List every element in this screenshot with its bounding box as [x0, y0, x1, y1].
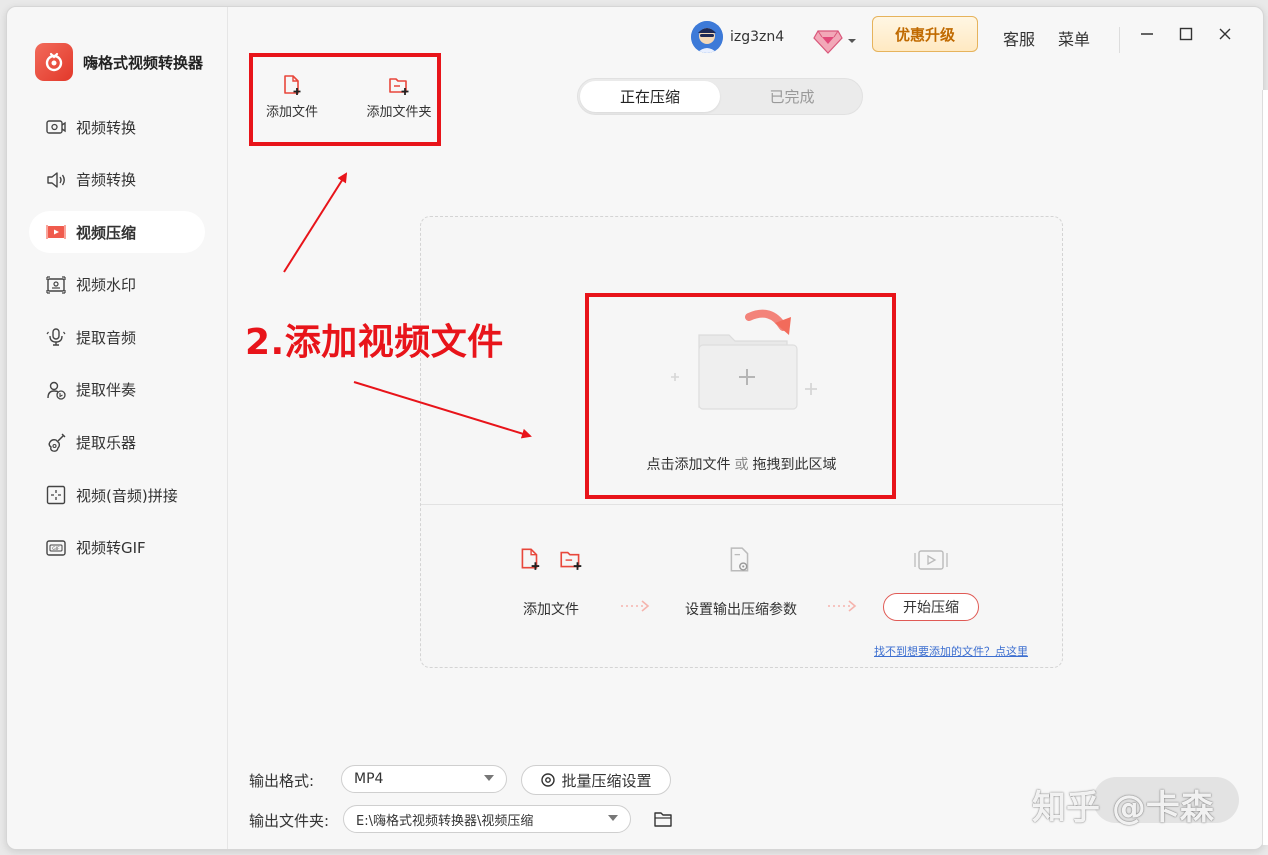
arrow-to-dropzone [353, 381, 532, 439]
annotation-arrows [283, 172, 532, 439]
arrow-to-toolbar [283, 172, 348, 273]
background-window-edge [1262, 90, 1268, 845]
watermark: 知乎 @卡森 [1032, 788, 1214, 828]
